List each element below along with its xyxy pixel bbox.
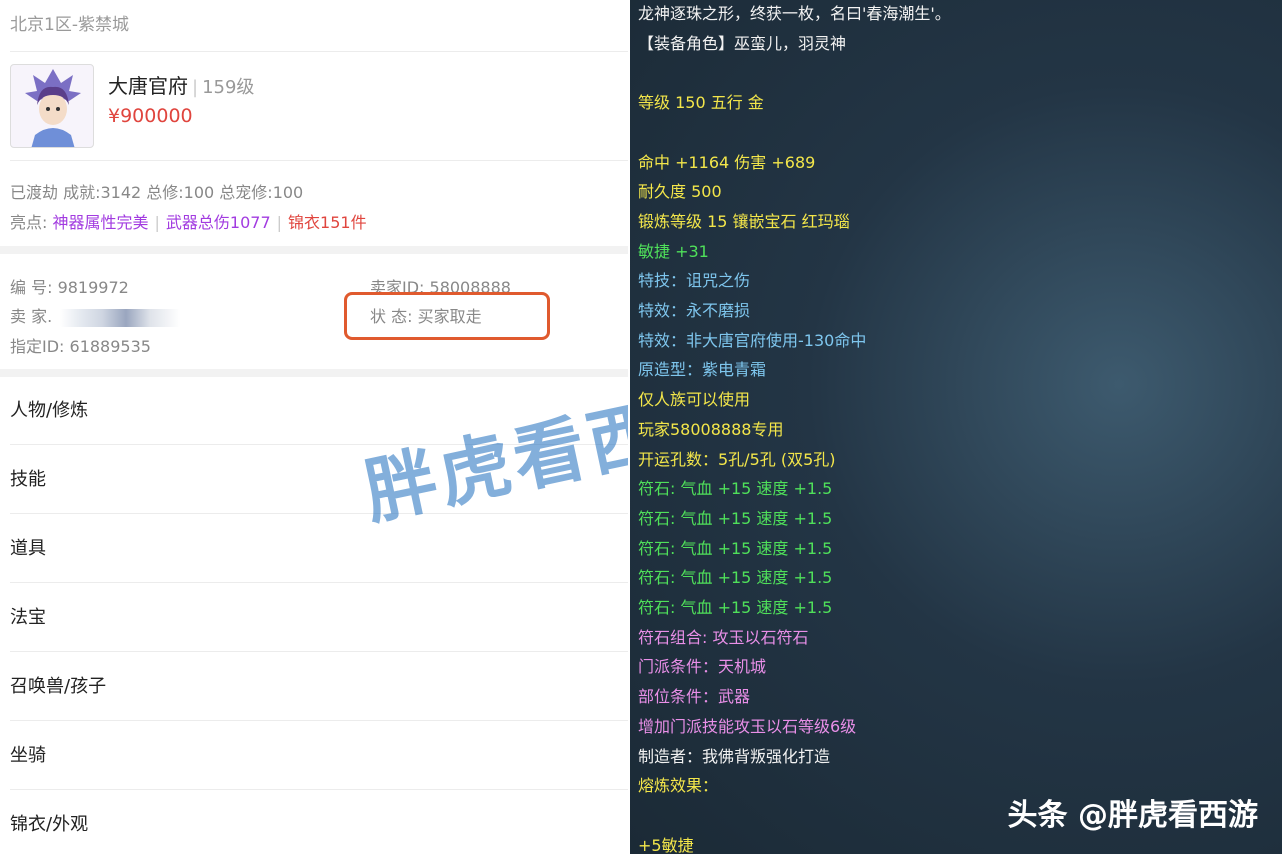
menu-item-character[interactable]: 人物/修炼 <box>10 377 628 445</box>
avatar[interactable] <box>10 64 94 148</box>
tooltip-line: 门派条件：天机城 <box>638 657 767 677</box>
tooltip-line: 符石: 气血 +15 速度 +1.5 <box>638 479 833 499</box>
tooltip-line: 特效：非大唐官府使用-130命中 <box>638 330 867 350</box>
tooltip-line: 增加门派技能攻玉以石等级6级 <box>638 716 857 736</box>
section-gap <box>0 246 628 254</box>
highlights: 亮点: 神器属性完美 | 武器总伤1077 | 锦衣151件 <box>10 213 367 232</box>
role-school-name: 大唐官府 <box>108 74 188 98</box>
tooltip-line: 特技：诅咒之伤 <box>638 271 751 291</box>
divider <box>10 160 628 161</box>
tooltip-line: 耐久度 500 <box>638 182 722 202</box>
seller: 卖 家. <box>10 303 181 327</box>
menu-item-items[interactable]: 道具 <box>10 515 628 583</box>
tooltip-line: 部位条件：武器 <box>638 687 751 707</box>
menu-item-skills[interactable]: 技能 <box>10 446 628 514</box>
tooltip-line: 制造者：我佛背叛强化打造 <box>638 746 831 766</box>
equipment-tooltip: 龙神逐珠之形，终获一枚，名曰'春海潮生'。 【装备角色】巫蛮儿，羽灵神 等级 150… <box>630 0 1282 854</box>
tooltip-line: 开运孔数：5孔/5孔 (双5孔) <box>638 449 836 469</box>
server-name: 北京1区-紫禁城 <box>10 15 129 35</box>
menu-item-mounts[interactable]: 坐骑 <box>10 722 628 790</box>
seller-name-blurred <box>60 308 181 327</box>
section-gap <box>0 369 628 377</box>
tooltip-line: 符石: 气血 +15 速度 +1.5 <box>638 568 833 588</box>
tooltip-line: 特效：永不磨损 <box>638 301 751 320</box>
tooltip-line: 玩家58008888专用 <box>638 419 784 439</box>
tooltip-line: 敏捷 +31 <box>638 241 709 261</box>
status-highlight-box <box>344 292 550 340</box>
tooltip-line: 原造型：紫电青霜 <box>638 360 767 380</box>
trade-detail-panel: 北京1区-紫禁城 大唐官府 | 159级 ¥900000 已渡劫 成就:3142 总… <box>0 0 628 854</box>
highlight-item: 武器总伤1077 <box>165 213 271 232</box>
tooltip-line: 龙神逐珠之形，终获一枚，名曰'春海潮生'。 <box>638 4 951 23</box>
role-school: 大唐官府 | 159级 <box>108 74 255 98</box>
menu-item-pets[interactable]: 召唤兽/孩子 <box>10 653 628 721</box>
tooltip-line: +5敏捷 <box>638 835 694 854</box>
price: ¥900000 <box>108 105 193 127</box>
highlight-item: 锦衣151件 <box>288 213 367 232</box>
character-portrait-icon <box>25 69 81 147</box>
tooltip-line: 符石组合: 攻玉以石符石 <box>638 627 809 647</box>
tooltip-line: 符石: 气血 +15 速度 +1.5 <box>638 538 833 558</box>
tooltip-line: 熔炼效果： <box>638 776 719 796</box>
tooltip-line: 符石: 气血 +15 速度 +1.5 <box>638 508 833 528</box>
source-watermark: 头条 @胖虎看西游 <box>1007 798 1258 833</box>
tooltip-line: 符石: 气血 +15 速度 +1.5 <box>638 598 833 617</box>
menu-item-appearance[interactable]: 锦衣/外观 <box>10 791 628 854</box>
highlights-label: 亮点: <box>10 213 48 232</box>
menu-item-magic-treasure[interactable]: 法宝 <box>10 584 628 652</box>
role-level: 159级 <box>202 77 255 98</box>
tooltip-line: 【装备角色】巫蛮儿，羽灵神 <box>638 33 847 53</box>
tooltip-line: 锻炼等级 15 镶嵌宝石 红玛瑙 <box>638 211 850 231</box>
divider <box>10 51 628 52</box>
tooltip-line: 等级 150 五行 金 <box>638 93 764 113</box>
tooltip-line: 命中 +1164 伤害 +689 <box>638 152 816 172</box>
highlight-item: 神器属性完美 <box>52 213 149 232</box>
tooltip-line: 仅人族可以使用 <box>638 390 751 410</box>
appointed-id: 指定ID: 61889535 <box>10 337 151 356</box>
item-id: 编 号: 9819972 <box>10 278 129 297</box>
role-stats: 已渡劫 成就:3142 总修:100 总宠修:100 <box>10 183 304 202</box>
seller-label: 卖 家. <box>10 307 53 326</box>
